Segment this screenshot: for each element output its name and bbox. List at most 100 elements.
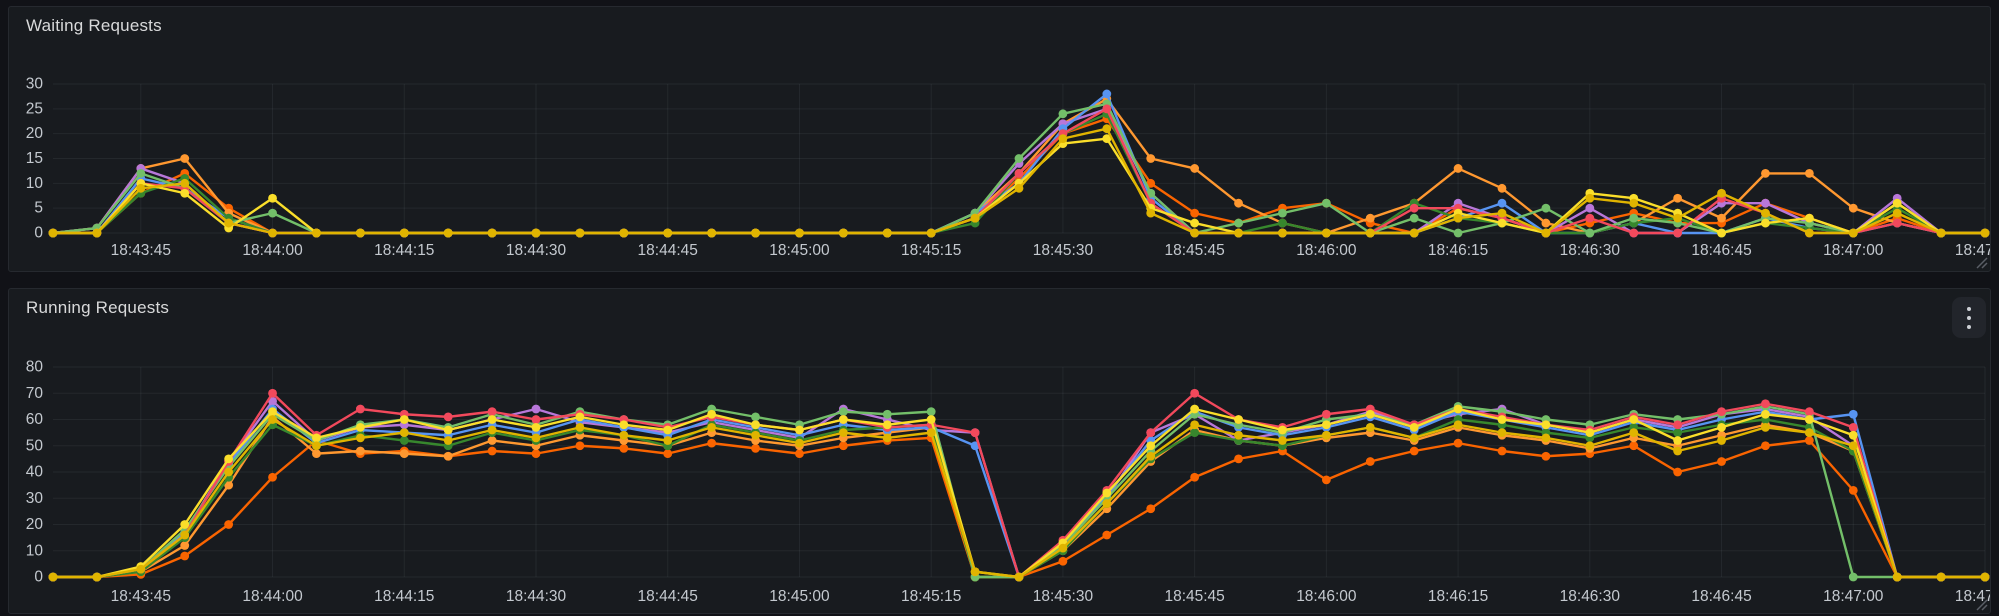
data-point (1804, 415, 1814, 424)
data-point (619, 420, 629, 430)
data-point (1102, 104, 1112, 114)
data-point (399, 436, 409, 445)
data-point (1848, 228, 1858, 238)
data-point (531, 415, 541, 424)
x-axis-tick-label: 18:44:30 (506, 242, 567, 259)
x-axis-tick-label: 18:46:15 (1428, 588, 1488, 605)
data-point (399, 449, 409, 459)
data-point (1409, 433, 1419, 443)
data-point (1629, 213, 1639, 223)
data-point (312, 441, 321, 451)
data-point (1234, 218, 1243, 228)
data-point (1629, 198, 1639, 208)
x-axis-tick-label: 18:43:45 (111, 242, 171, 259)
y-axis-tick-label: 10 (26, 175, 44, 192)
y-axis-tick-label: 5 (34, 200, 43, 217)
running-requests-chart[interactable]: 0 10 20 30 40 50 60 70 80 18:43:45 18:44:00 18:44:1… (9, 289, 1990, 613)
y-axis-tick-label: 20 (26, 516, 44, 533)
data-point (1365, 422, 1375, 432)
data-point (1761, 169, 1770, 178)
data-point (1717, 436, 1726, 445)
data-point (1409, 446, 1419, 456)
data-point (575, 412, 585, 422)
x-axis-tick-label: 18:46:30 (1560, 242, 1621, 259)
data-point (1278, 228, 1287, 238)
data-point (1629, 415, 1639, 424)
series-line-red (51, 392, 1987, 579)
data-point (1453, 420, 1463, 430)
data-point (1102, 124, 1112, 134)
data-point (1190, 420, 1200, 430)
data-point (882, 433, 892, 443)
x-axis-tick-label: 18:44:30 (506, 588, 567, 605)
data-point (1761, 399, 1770, 409)
data-point (1453, 438, 1463, 448)
data-point (1102, 499, 1112, 508)
data-point (1804, 428, 1814, 438)
x-axis-tick-label: 18:43:45 (111, 588, 171, 605)
data-point (268, 193, 277, 203)
panel-title[interactable]: Waiting Requests (26, 16, 162, 36)
data-point (1673, 428, 1683, 438)
data-point (180, 154, 190, 163)
data-point (1453, 228, 1463, 238)
data-point (1541, 433, 1551, 443)
x-axis-tick-label: 18:45:00 (769, 588, 830, 605)
data-point (1717, 457, 1726, 466)
data-point (1541, 218, 1551, 228)
x-axis-tick-label: 18:45:45 (1164, 588, 1224, 605)
data-point (663, 425, 673, 435)
x-axis-tick-label: 18:44:00 (242, 588, 303, 605)
data-point (487, 436, 497, 445)
data-point (531, 422, 541, 432)
data-point (1190, 208, 1200, 218)
data-point (1365, 228, 1375, 238)
x-axis-tick-label: 18:47:00 (1823, 242, 1884, 259)
data-point (575, 422, 585, 432)
waiting-requests-chart[interactable]: 0 5 10 15 20 25 30 18:43:45 18:44:00 18:44:15 18:4… (9, 7, 1990, 271)
x-axis-tick-label: 18:45:15 (901, 242, 961, 259)
data-point (1146, 441, 1156, 451)
y-axis-tick-label: 80 (26, 359, 44, 376)
data-point (1936, 228, 1946, 238)
panel-title[interactable]: Running Requests (26, 298, 169, 318)
data-point (487, 407, 497, 417)
data-point (355, 228, 365, 238)
data-point (1497, 183, 1507, 193)
y-axis-tick-label: 0 (34, 225, 43, 242)
data-point (1804, 228, 1814, 238)
panel-running-requests: Running Requests 0 10 20 30 40 50 60 70 80 18:43:… (8, 288, 1991, 614)
data-point (1497, 198, 1507, 208)
resize-grip-icon (1976, 257, 1988, 269)
panel-waiting-requests: Waiting Requests 0 5 10 15 20 25 30 18:43:45 18:… (8, 6, 1991, 272)
data-point (1058, 134, 1068, 144)
data-point (795, 449, 804, 459)
data-point (663, 228, 673, 238)
data-point (1892, 218, 1902, 228)
panel-resize-handle[interactable] (1975, 598, 1988, 611)
data-point (1585, 193, 1595, 203)
data-point (1190, 218, 1200, 228)
x-axis-tick-label: 18:44:15 (374, 242, 434, 259)
data-point (443, 451, 453, 461)
panel-menu-button[interactable] (1952, 297, 1986, 338)
data-point (751, 430, 760, 440)
data-point (312, 228, 321, 238)
data-point (1848, 430, 1858, 440)
x-axis-tick-label: 18:45:45 (1164, 242, 1224, 259)
series-line-green (51, 102, 1987, 235)
data-point (1321, 198, 1331, 208)
panel-resize-handle[interactable] (1975, 256, 1988, 269)
data-point (1190, 404, 1200, 414)
data-point (1146, 428, 1156, 438)
y-axis-tick-label: 60 (26, 411, 44, 428)
data-point (795, 438, 804, 448)
resize-grip-icon (1976, 599, 1988, 611)
y-axis-tick-label: 40 (26, 464, 44, 481)
data-point (1014, 572, 1024, 582)
data-point (1585, 228, 1595, 238)
y-axis-tick-label: 70 (26, 385, 44, 402)
data-point (355, 422, 365, 432)
y-axis-tick-label: 25 (26, 100, 43, 117)
data-point (882, 228, 892, 238)
